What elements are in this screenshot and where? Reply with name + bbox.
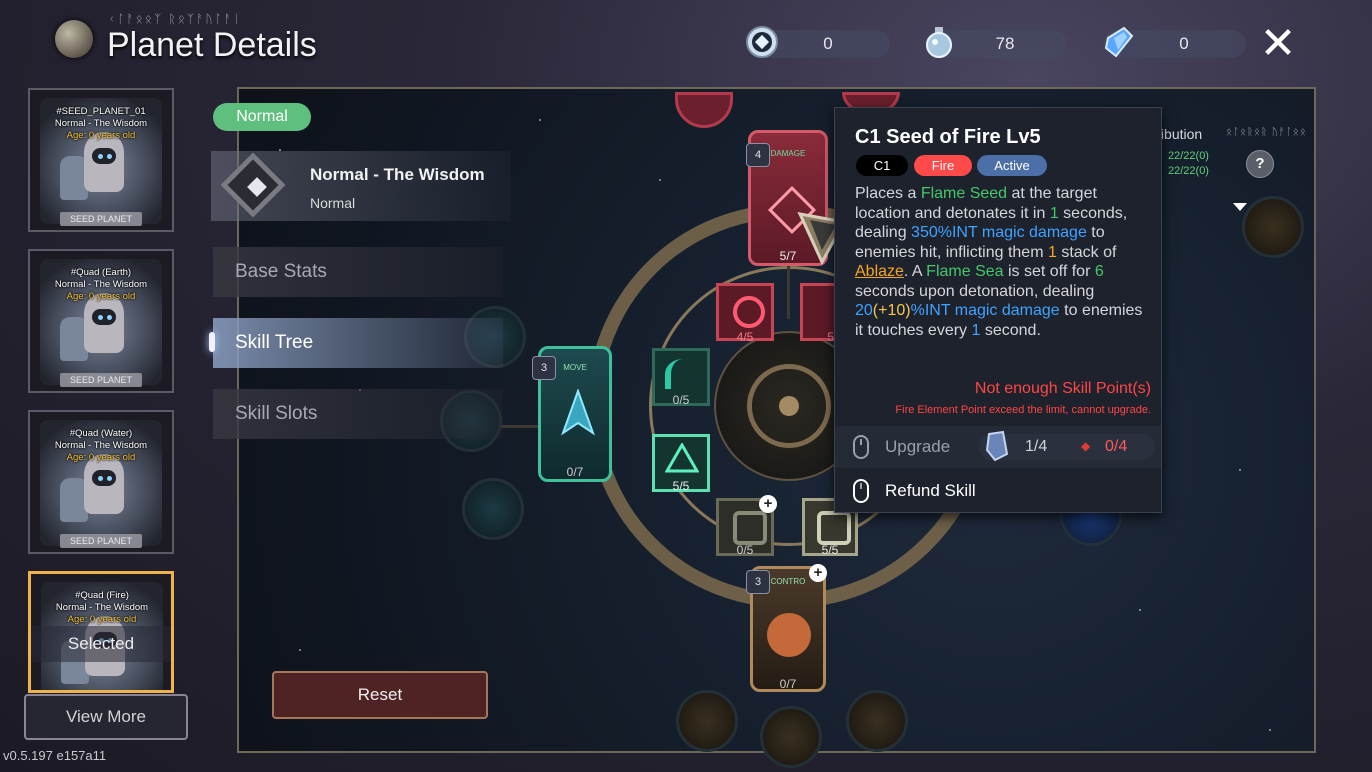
page-title: Planet Details (107, 26, 317, 64)
planet-age: Age: 0 years old (66, 130, 136, 141)
planet-name: Normal - The Wisdom (55, 602, 149, 613)
refund-skill-label: Refund Skill (885, 481, 976, 500)
tab-skill-slots[interactable]: Skill Slots (213, 389, 503, 439)
upgrade-row[interactable]: Upgrade 1/4 ◆ 0/4 (835, 426, 1161, 468)
level-badge: 4 (746, 143, 770, 167)
elemental-runes: ᛟᛚᛟᚱᛟᚱ ᚢᚨᛚᛟᛟ (1226, 127, 1307, 138)
active-tab-marker (209, 332, 215, 352)
title-runes: ᚲᛚᚨᛟᛟᛉ ᚱᛟᛉᚨᚢᛚᚨᛁ (108, 12, 243, 26)
upgrade-cost: 1/4 ◆ 0/4 (979, 430, 1155, 462)
node-count: 5/5 (821, 543, 839, 557)
planet-age: Age: 0 years old (66, 291, 136, 302)
view-more-button[interactable]: View More (24, 694, 188, 740)
skill-node-water[interactable]: 0/5 (652, 348, 710, 407)
node-count: 0/7 (779, 677, 797, 691)
seed-planet-badge: SEED PLANET (60, 212, 142, 226)
refund-row[interactable]: Refund Skill (835, 470, 1161, 512)
version-label: v0.5.197 e157a11 (3, 748, 107, 763)
tag-fire: Fire (914, 155, 972, 176)
planet-card[interactable]: #SEED_PLANET_01 Normal - The Wisdom Age:… (28, 88, 174, 232)
planet-name: Normal - The Wisdom (54, 279, 148, 290)
close-icon[interactable]: ✕ (1258, 22, 1298, 66)
level-badge: 3 (532, 356, 556, 380)
node-count: 0/5 (672, 393, 690, 407)
element-value: 22/22(0) (1168, 165, 1209, 177)
skill-node-fire[interactable]: 4/5 (716, 283, 774, 344)
skill-point-icon (985, 430, 1009, 462)
planet-id: #Quad (Earth) (70, 267, 132, 278)
planet-id: #SEED_PLANET_01 (56, 106, 146, 117)
blue-gem-icon (1104, 26, 1134, 58)
tab-skill-tree[interactable]: Skill Tree (213, 318, 503, 368)
planet-id: #Quad (Fire) (75, 590, 129, 601)
skill-node[interactable] (1242, 196, 1304, 258)
planet-id: #Quad (Water) (69, 428, 133, 439)
selected-label: Selected (31, 626, 171, 662)
node-count: 4/5 (736, 330, 754, 344)
potion-icon (926, 27, 952, 58)
tag-active: Active (977, 155, 1047, 176)
difficulty-badge: Normal (213, 103, 311, 131)
skill-node[interactable] (676, 690, 738, 752)
skill-node[interactable] (462, 478, 524, 540)
upgrade-label: Upgrade (885, 437, 951, 456)
planet-subtitle: Normal (310, 195, 356, 211)
planet-card[interactable]: #Quad (Water) Normal - The Wisdom Age: 0… (28, 410, 174, 554)
error-detail: Fire Element Point exceed the limit, can… (895, 404, 1151, 416)
planet-name: Normal - The Wisdom (54, 118, 148, 129)
element-value: 22/22(0) (1168, 150, 1209, 162)
fire-point-icon: ◆ (1081, 439, 1091, 453)
core-dot (779, 396, 799, 416)
currency-crystal: 0 (746, 26, 890, 58)
error-message: Not enough Skill Point(s) (974, 380, 1151, 397)
tag-c1: C1 (856, 155, 908, 176)
seed-planet-badge: SEED PLANET (60, 534, 142, 548)
mouse-right-click-icon (853, 479, 869, 503)
skill-node-water[interactable]: 5/5 (652, 434, 710, 493)
skill-title: C1 Seed of Fire Lv5 (855, 126, 1041, 148)
dropdown-arrow-icon[interactable] (1233, 203, 1247, 211)
add-point-icon[interactable]: + (759, 495, 777, 513)
skill-tooltip: C1 Seed of Fire Lv5 C1 Fire Active Place… (834, 107, 1162, 513)
skill-node-fire[interactable]: 5 (800, 283, 834, 344)
crystal-coin-icon (746, 26, 778, 58)
planet-age: Age: 0 years old (67, 614, 137, 625)
planet-title: Normal - The Wisdom (310, 165, 485, 184)
skill-node[interactable] (846, 690, 908, 752)
skill-point-cost: 1/4 (1025, 438, 1048, 455)
seed-planet-badge: SEED PLANET (60, 373, 142, 387)
node-count: 5 (827, 330, 834, 344)
planet-name: Normal - The Wisdom (54, 440, 148, 451)
fire-point-cost: 0/4 (1105, 438, 1128, 455)
node-count: 5/5 (672, 479, 690, 493)
planet-age: Age: 0 years old (66, 452, 136, 463)
currency-potion: 78 (925, 27, 1067, 58)
node-count: 0/7 (566, 465, 584, 479)
planet-card-selected[interactable]: #Quad (Fire) Normal - The Wisdom Age: 0 … (28, 571, 174, 693)
skill-node[interactable] (760, 706, 822, 768)
add-point-icon[interactable]: + (809, 564, 827, 582)
skill-description: Places a Flame Seed at the target locati… (855, 185, 1143, 339)
reset-button[interactable]: Reset (272, 671, 488, 719)
help-button[interactable]: ? (1246, 150, 1274, 178)
currency-gem: 0 (1104, 26, 1246, 58)
tab-base-stats[interactable]: Base Stats (213, 247, 503, 297)
planet-globe-icon (55, 20, 93, 58)
planet-card[interactable]: #Quad (Earth) Normal - The Wisdom Age: 0… (28, 249, 174, 393)
mouse-left-click-icon (853, 435, 869, 459)
node-count: 0/5 (736, 543, 754, 557)
level-badge: 3 (746, 570, 770, 594)
